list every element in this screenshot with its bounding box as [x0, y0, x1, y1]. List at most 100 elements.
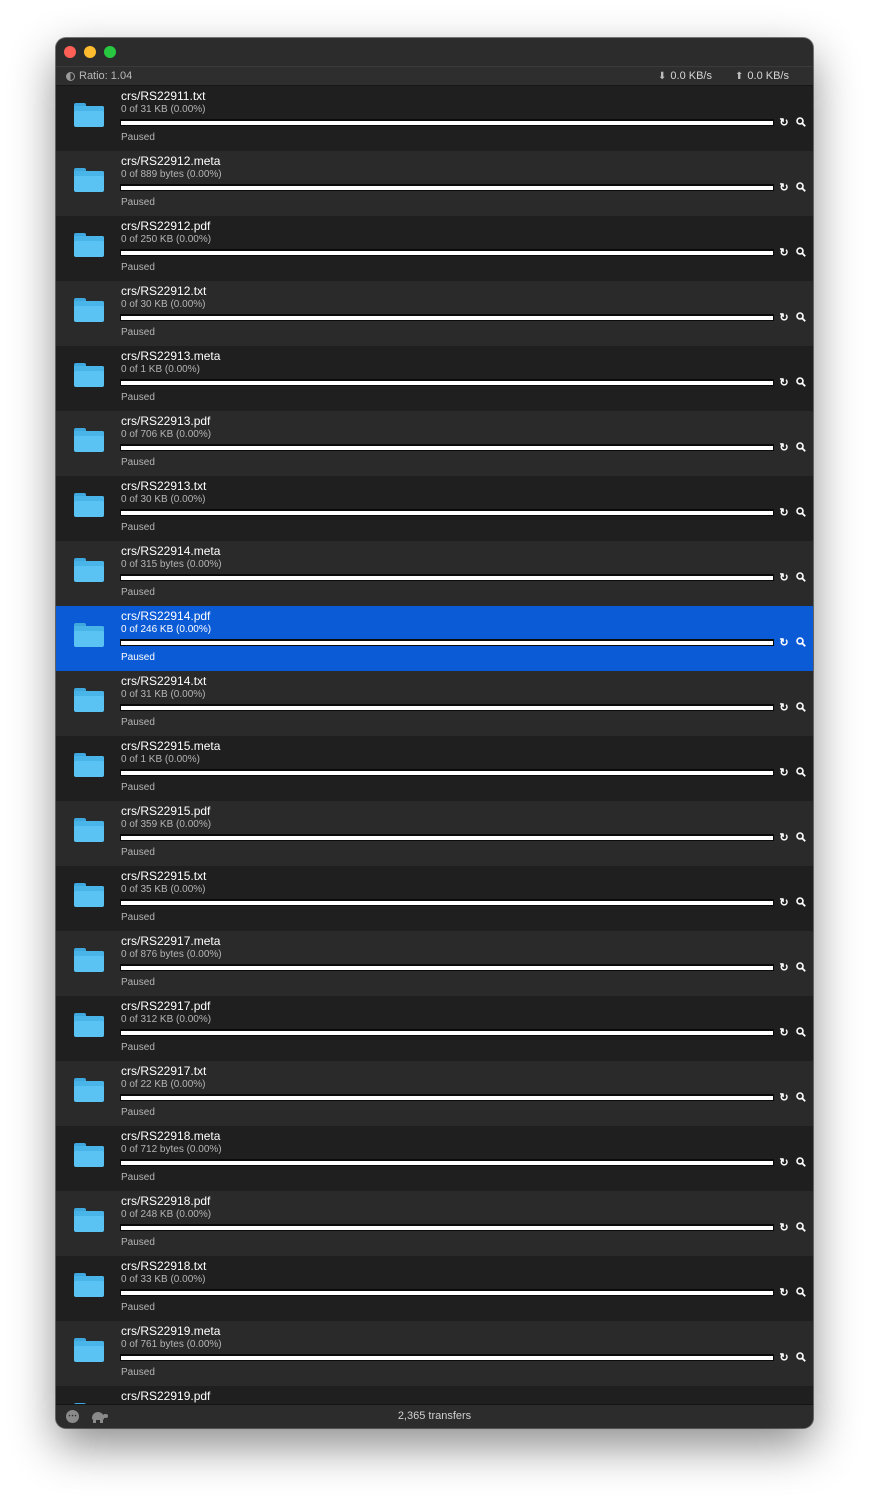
- folder-icon: [74, 428, 104, 452]
- resume-icon[interactable]: ↻: [778, 1222, 790, 1234]
- transfer-name: crs/RS22914.pdf: [121, 609, 211, 623]
- transfer-row[interactable]: crs/RS22917.txt 0 of 22 KB (0.00%) ↻ Paused: [56, 1061, 813, 1126]
- transfer-status: Paused: [121, 1367, 155, 1378]
- transfer-status: Paused: [121, 457, 155, 468]
- transfer-row[interactable]: crs/RS22914.meta 0 of 315 bytes (0.00%) ↻ P…: [56, 541, 813, 606]
- folder-icon: [74, 818, 104, 842]
- resume-icon[interactable]: ↻: [778, 442, 790, 454]
- magnifier-icon[interactable]: [795, 117, 807, 129]
- resume-icon[interactable]: ↻: [778, 1157, 790, 1169]
- transfer-name: crs/RS22918.pdf: [121, 1194, 211, 1208]
- resume-icon[interactable]: ↻: [778, 1352, 790, 1364]
- resume-icon[interactable]: ↻: [778, 1092, 790, 1104]
- resume-icon[interactable]: ↻: [778, 1027, 790, 1039]
- transfer-row[interactable]: crs/RS22918.meta 0 of 712 bytes (0.00%) ↻ P…: [56, 1126, 813, 1191]
- folder-icon: [74, 168, 104, 192]
- progress-bar: [120, 769, 774, 776]
- magnifier-icon[interactable]: [795, 182, 807, 194]
- transfer-row[interactable]: crs/RS22915.pdf 0 of 359 KB (0.00%) ↻ Pause…: [56, 801, 813, 866]
- title-bar[interactable]: [56, 38, 813, 66]
- magnifier-icon[interactable]: [795, 832, 807, 844]
- transfer-row[interactable]: crs/RS22919.meta 0 of 761 bytes (0.00%) ↻ P…: [56, 1321, 813, 1386]
- transfer-row[interactable]: crs/RS22911.txt 0 of 31 KB (0.00%) ↻ Paused: [56, 86, 813, 151]
- magnifier-icon[interactable]: [795, 1092, 807, 1104]
- transfer-progress-text: 0 of 706 KB (0.00%): [121, 429, 212, 440]
- transfer-row[interactable]: crs/RS22912.meta 0 of 889 bytes (0.00%) ↻ P…: [56, 151, 813, 216]
- magnifier-icon[interactable]: [795, 247, 807, 259]
- ratio-stat[interactable]: Ratio: 1.04: [66, 70, 132, 82]
- magnifier-icon[interactable]: [795, 1157, 807, 1169]
- magnifier-icon[interactable]: [795, 702, 807, 714]
- magnifier-icon[interactable]: [795, 1287, 807, 1299]
- transfer-status: Paused: [121, 327, 155, 338]
- resume-icon[interactable]: ↻: [778, 507, 790, 519]
- progress-bar: [120, 509, 774, 516]
- resume-icon[interactable]: ↻: [778, 1287, 790, 1299]
- progress-bar: [120, 444, 774, 451]
- zoom-window-button[interactable]: [104, 46, 116, 58]
- magnifier-icon[interactable]: [795, 1222, 807, 1234]
- transfer-progress-text: 0 of 889 bytes (0.00%): [121, 169, 222, 180]
- transfer-row[interactable]: crs/RS22913.meta 0 of 1 KB (0.00%) ↻ Paused: [56, 346, 813, 411]
- magnifier-icon[interactable]: [795, 377, 807, 389]
- close-window-button[interactable]: [64, 46, 76, 58]
- transfer-row[interactable]: crs/RS22913.txt 0 of 30 KB (0.00%) ↻ Paused: [56, 476, 813, 541]
- progress-bar: [120, 379, 774, 386]
- magnifier-icon[interactable]: [795, 442, 807, 454]
- magnifier-icon[interactable]: [795, 312, 807, 324]
- magnifier-icon[interactable]: [795, 637, 807, 649]
- progress-bar: [120, 574, 774, 581]
- resume-icon[interactable]: ↻: [778, 767, 790, 779]
- transfer-row[interactable]: crs/RS22914.txt 0 of 31 KB (0.00%) ↻ Paused: [56, 671, 813, 736]
- transfer-row[interactable]: crs/RS22917.meta 0 of 876 bytes (0.00%) ↻ P…: [56, 931, 813, 996]
- resume-icon[interactable]: ↻: [778, 637, 790, 649]
- transfer-row[interactable]: crs/RS22918.txt 0 of 33 KB (0.00%) ↻ Paused: [56, 1256, 813, 1321]
- magnifier-icon[interactable]: [795, 962, 807, 974]
- download-arrow-icon: ⬇: [658, 70, 667, 82]
- transfer-row[interactable]: crs/RS22915.meta 0 of 1 KB (0.00%) ↻ Paused: [56, 736, 813, 801]
- magnifier-icon[interactable]: [795, 1352, 807, 1364]
- progress-bar: [120, 1354, 774, 1361]
- transfer-row[interactable]: crs/RS22918.pdf 0 of 248 KB (0.00%) ↻ Pause…: [56, 1191, 813, 1256]
- resume-icon[interactable]: ↻: [778, 702, 790, 714]
- transfer-row[interactable]: crs/RS22915.txt 0 of 35 KB (0.00%) ↻ Paused: [56, 866, 813, 931]
- transfer-name: crs/RS22915.meta: [121, 739, 221, 753]
- transfer-name: crs/RS22918.meta: [121, 1129, 221, 1143]
- magnifier-icon[interactable]: [795, 767, 807, 779]
- resume-icon[interactable]: ↻: [778, 897, 790, 909]
- magnifier-icon[interactable]: [795, 897, 807, 909]
- ratio-icon: [66, 71, 75, 81]
- folder-icon: [74, 1078, 104, 1102]
- transfer-progress-text: 0 of 712 bytes (0.00%): [121, 1144, 222, 1155]
- resume-icon[interactable]: ↻: [778, 962, 790, 974]
- transfer-row[interactable]: crs/RS22912.pdf 0 of 250 KB (0.00%) ↻ Pause…: [56, 216, 813, 281]
- resume-icon[interactable]: ↻: [778, 832, 790, 844]
- transfer-row[interactable]: crs/RS22914.pdf 0 of 246 KB (0.00%) ↻ Pause…: [56, 606, 813, 671]
- transfer-list[interactable]: crs/RS22911.txt 0 of 31 KB (0.00%) ↻ Paused…: [56, 86, 813, 1404]
- transfer-row[interactable]: crs/RS22919.pdf: [56, 1386, 813, 1404]
- transfer-status: Paused: [121, 262, 155, 273]
- resume-icon[interactable]: ↻: [778, 377, 790, 389]
- resume-icon[interactable]: ↻: [778, 572, 790, 584]
- resume-icon[interactable]: ↻: [778, 182, 790, 194]
- minimize-window-button[interactable]: [84, 46, 96, 58]
- folder-icon: [74, 1273, 104, 1297]
- resume-icon[interactable]: ↻: [778, 117, 790, 129]
- download-speed-value: 0.0 KB/s: [670, 70, 712, 82]
- resume-icon[interactable]: ↻: [778, 312, 790, 324]
- transfer-row[interactable]: crs/RS22913.pdf 0 of 706 KB (0.00%) ↻ Pause…: [56, 411, 813, 476]
- transfer-row[interactable]: crs/RS22912.txt 0 of 30 KB (0.00%) ↻ Paused: [56, 281, 813, 346]
- folder-icon: [74, 1143, 104, 1167]
- magnifier-icon[interactable]: [795, 507, 807, 519]
- magnifier-icon[interactable]: [795, 1027, 807, 1039]
- magnifier-icon[interactable]: [795, 572, 807, 584]
- transfer-status: Paused: [121, 132, 155, 143]
- transfer-progress-text: 0 of 315 bytes (0.00%): [121, 559, 222, 570]
- folder-icon: [74, 623, 104, 647]
- folder-icon: [74, 1338, 104, 1362]
- progress-bar: [120, 704, 774, 711]
- resume-icon[interactable]: ↻: [778, 247, 790, 259]
- transfer-row[interactable]: crs/RS22917.pdf 0 of 312 KB (0.00%) ↻ Pause…: [56, 996, 813, 1061]
- progress-bar: [120, 1224, 774, 1231]
- progress-bar: [120, 639, 774, 646]
